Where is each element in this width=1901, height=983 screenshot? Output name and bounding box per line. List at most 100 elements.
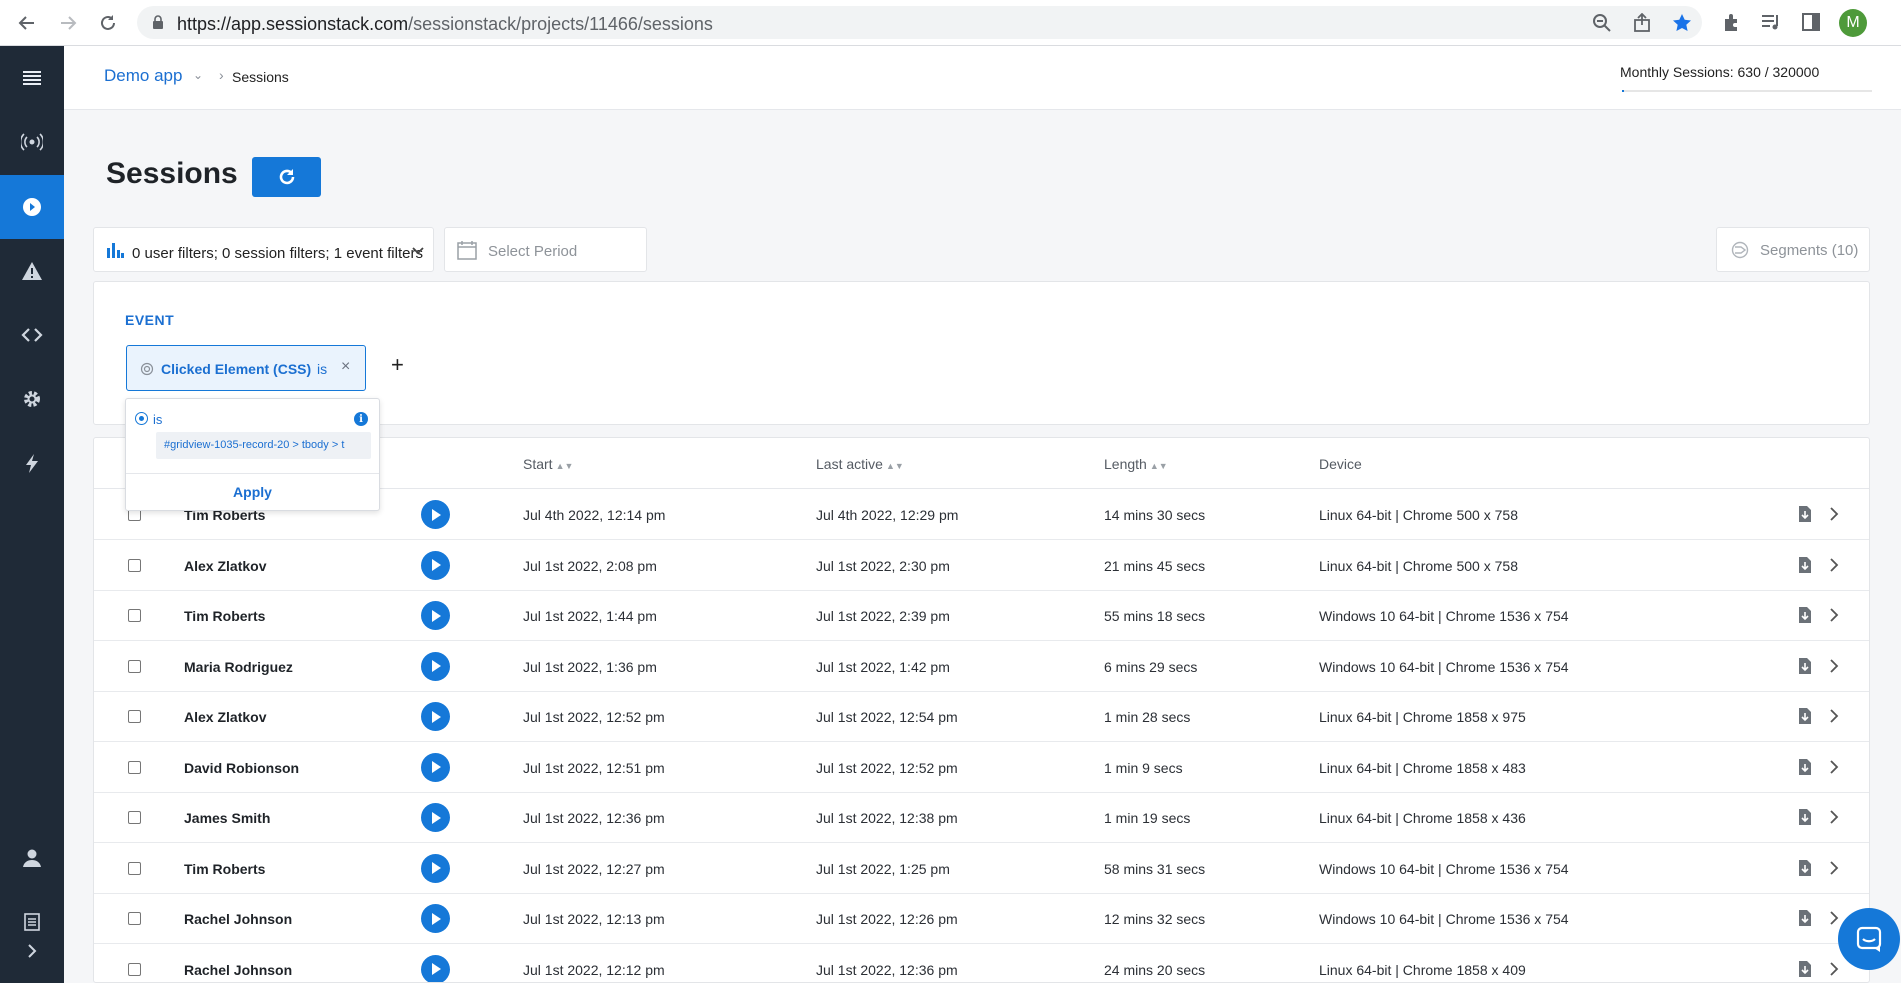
filters-summary: 0 user filters; 0 session filters; 1 eve…: [132, 245, 423, 262]
segments-button[interactable]: Segments (10): [1716, 227, 1870, 272]
row-user-name[interactable]: David Robionson: [184, 760, 299, 776]
refresh-button[interactable]: [252, 157, 321, 197]
add-event-filter-button[interactable]: +: [391, 352, 404, 378]
column-header-length[interactable]: Length ▲▼: [1104, 456, 1168, 472]
back-button[interactable]: [13, 9, 41, 37]
share-icon[interactable]: [1632, 13, 1652, 33]
play-session-button[interactable]: [421, 853, 450, 883]
download-icon[interactable]: [1797, 657, 1813, 680]
chevron-right-icon[interactable]: [1828, 909, 1840, 932]
filters-dropdown[interactable]: 0 user filters; 0 session filters; 1 eve…: [93, 227, 434, 272]
row-checkbox[interactable]: [128, 659, 141, 673]
sidebar-menu-toggle[interactable]: [0, 46, 64, 110]
table-row[interactable]: James Smith Jul 1st 2022, 12:36 pm Jul 1st…: [94, 792, 1869, 843]
chevron-right-icon[interactable]: [1828, 808, 1840, 831]
star-icon[interactable]: [1672, 13, 1692, 33]
chevron-right-icon[interactable]: [1828, 505, 1840, 528]
extensions-icon[interactable]: [1721, 11, 1743, 33]
row-checkbox[interactable]: [128, 710, 141, 723]
chevron-right-icon[interactable]: [1828, 657, 1840, 680]
row-user-name[interactable]: Maria Rodriguez: [184, 659, 293, 675]
chevron-right-icon[interactable]: [1828, 960, 1840, 983]
sidebar-item-errors[interactable]: [0, 239, 64, 303]
side-panel-icon[interactable]: [1800, 11, 1822, 33]
app-sidebar: [0, 46, 64, 983]
table-row[interactable]: Rachel Johnson Jul 1st 2022, 12:13 pm Jul …: [94, 893, 1869, 944]
sidebar-item-integrations[interactable]: [0, 431, 64, 495]
row-last-active: Jul 1st 2022, 12:38 pm: [816, 810, 958, 826]
download-icon[interactable]: [1797, 758, 1813, 781]
download-icon[interactable]: [1797, 960, 1813, 983]
play-session-button[interactable]: [421, 954, 450, 982]
chevron-right-icon[interactable]: [1828, 758, 1840, 781]
play-session-button[interactable]: [421, 803, 450, 832]
download-icon[interactable]: [1797, 606, 1813, 629]
play-session-button[interactable]: [421, 752, 450, 782]
info-icon[interactable]: i: [354, 412, 368, 426]
sidebar-item-sessions[interactable]: [0, 175, 64, 239]
play-session-button[interactable]: [421, 702, 450, 731]
download-icon[interactable]: [1797, 859, 1813, 882]
forward-button[interactable]: [54, 9, 82, 37]
column-header-last-active[interactable]: Last active ▲▼: [816, 456, 904, 472]
apply-button[interactable]: Apply: [126, 484, 379, 500]
row-user-name[interactable]: Tim Roberts: [184, 861, 265, 877]
row-user-name[interactable]: Alex Zlatkov: [184, 709, 266, 725]
row-checkbox[interactable]: [128, 962, 141, 976]
table-row[interactable]: Alex Zlatkov Jul 1st 2022, 12:52 pm Jul 1s…: [94, 691, 1869, 742]
sidebar-item-live[interactable]: [0, 110, 64, 174]
sidebar-item-settings[interactable]: [0, 367, 64, 431]
download-icon[interactable]: [1797, 909, 1813, 932]
chat-launcher-button[interactable]: [1838, 908, 1900, 970]
close-icon[interactable]: ×: [341, 358, 350, 376]
row-user-name[interactable]: James Smith: [184, 810, 270, 826]
download-icon[interactable]: [1797, 808, 1813, 831]
table-row[interactable]: Rachel Johnson Jul 1st 2022, 12:12 pm Jul …: [94, 944, 1869, 983]
chevron-down-icon[interactable]: ⌄: [193, 68, 203, 82]
profile-avatar[interactable]: M: [1839, 9, 1867, 37]
download-icon[interactable]: [1797, 505, 1813, 528]
row-device: Linux 64-bit | Chrome 1858 x 436: [1319, 810, 1526, 826]
row-device: Linux 64-bit | Chrome 1858 x 409: [1319, 961, 1526, 978]
breadcrumb-app-link[interactable]: Demo app: [104, 66, 182, 86]
period-picker[interactable]: Select Period: [444, 227, 647, 272]
chevron-right-icon[interactable]: [1828, 859, 1840, 882]
reload-button[interactable]: [94, 9, 122, 37]
media-icon[interactable]: [1759, 11, 1781, 33]
row-checkbox[interactable]: [128, 912, 141, 925]
row-user-name[interactable]: Tim Roberts: [184, 608, 265, 624]
zoom-icon[interactable]: [1592, 13, 1612, 33]
event-filter-chip[interactable]: Clicked Element (CSS) is ×: [126, 345, 366, 391]
download-icon[interactable]: [1797, 556, 1813, 579]
row-checkbox[interactable]: [128, 760, 141, 774]
play-session-button[interactable]: [421, 601, 450, 630]
chevron-right-icon[interactable]: [1828, 606, 1840, 629]
address-bar[interactable]: https://app.sessionstack.com/sessionstac…: [137, 6, 1702, 39]
operator-radio[interactable]: [135, 412, 148, 425]
chevron-right-icon[interactable]: [1828, 556, 1840, 579]
selector-value-input[interactable]: #gridview-1035-record-20 > tbody > t: [156, 432, 371, 459]
chevron-right-icon[interactable]: [1828, 707, 1840, 730]
row-checkbox[interactable]: [128, 861, 141, 875]
sidebar-expand-button[interactable]: [0, 919, 64, 983]
monthly-sessions-counter: Monthly Sessions: 630 / 320000: [1620, 64, 1820, 80]
table-row[interactable]: David Robionson Jul 1st 2022, 12:51 pm Jul…: [94, 742, 1869, 793]
row-user-name[interactable]: Rachel Johnson: [184, 911, 292, 927]
row-checkbox[interactable]: [128, 558, 141, 572]
play-session-button[interactable]: [421, 904, 450, 933]
sidebar-item-account[interactable]: [0, 826, 64, 890]
play-session-button[interactable]: [421, 500, 450, 529]
sidebar-item-code[interactable]: [0, 303, 64, 367]
table-row[interactable]: Alex Zlatkov Jul 1st 2022, 2:08 pm Jul 1st…: [94, 540, 1869, 591]
play-session-button[interactable]: [421, 651, 450, 681]
row-checkbox[interactable]: [128, 811, 141, 824]
download-icon[interactable]: [1797, 707, 1813, 730]
column-header-start[interactable]: Start ▲▼: [523, 456, 573, 472]
play-session-button[interactable]: [421, 550, 450, 580]
table-row[interactable]: Tim Roberts Jul 1st 2022, 1:44 pm Jul 1st …: [94, 590, 1869, 641]
table-row[interactable]: Tim Roberts Jul 1st 2022, 12:27 pm Jul 1st…: [94, 843, 1869, 894]
table-row[interactable]: Maria Rodriguez Jul 1st 2022, 1:36 pm Jul …: [94, 641, 1869, 692]
row-user-name[interactable]: Rachel Johnson: [184, 962, 292, 978]
row-checkbox[interactable]: [128, 609, 141, 622]
row-user-name[interactable]: Alex Zlatkov: [184, 558, 266, 574]
